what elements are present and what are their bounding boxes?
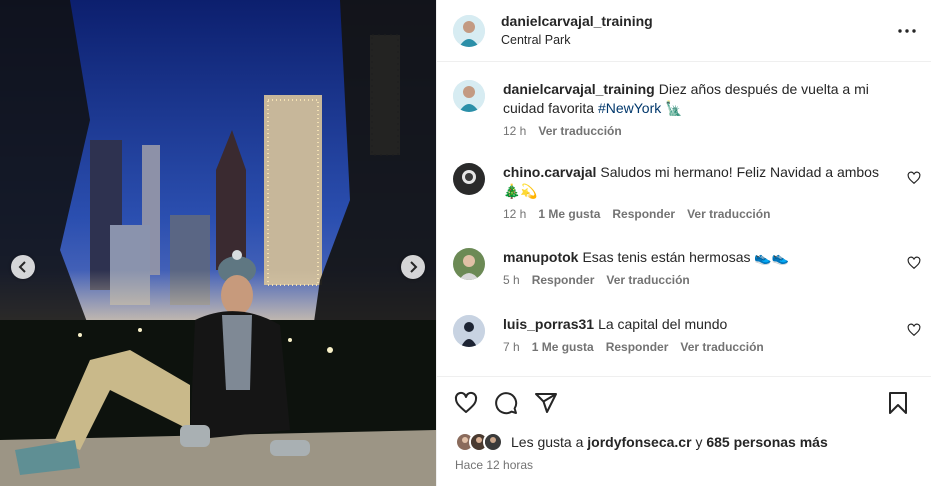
post-side-panel: danielcarvajal_training Central Park dan… xyxy=(436,0,931,486)
share-icon xyxy=(535,393,557,413)
translate-link[interactable]: Ver traducción xyxy=(606,273,689,287)
author-username[interactable]: danielcarvajal_training xyxy=(501,12,653,30)
central-park-night-photo xyxy=(0,0,436,486)
comment-item: manupotok Esas tenis están hermosas 👟👟 5 … xyxy=(453,248,921,287)
liker-avatars xyxy=(455,432,503,452)
bookmark-icon xyxy=(889,392,907,414)
post-caption: danielcarvajal_training Diez años después… xyxy=(453,80,921,138)
chevron-right-icon xyxy=(410,261,418,273)
comment-time[interactable]: 7 h xyxy=(503,340,520,354)
hashtag-link[interactable]: #NewYork xyxy=(598,100,661,116)
author-avatar[interactable] xyxy=(453,80,485,112)
comment-likes[interactable]: 1 Me gusta xyxy=(532,340,594,354)
post-timestamp[interactable]: Hace 12 horas xyxy=(455,458,533,472)
comment-likes[interactable]: 1 Me gusta xyxy=(538,207,600,221)
commenter-avatar[interactable] xyxy=(453,315,485,347)
comment-like-heart-icon[interactable] xyxy=(907,323,921,337)
post-location[interactable]: Central Park xyxy=(501,32,653,48)
comment-time[interactable]: 12 h xyxy=(503,207,526,221)
liker-username[interactable]: jordyfonseca.cr xyxy=(587,434,691,450)
likes-prefix: Les gusta a xyxy=(511,434,584,450)
more-options-button[interactable] xyxy=(897,21,917,41)
post-header: danielcarvajal_training Central Park xyxy=(437,0,931,62)
next-photo-button[interactable] xyxy=(401,255,425,279)
comment-text: Esas tenis están hermosas 👟👟 xyxy=(582,249,790,265)
likes-count[interactable]: 685 personas más xyxy=(706,434,827,450)
save-button[interactable] xyxy=(885,390,911,416)
more-options-icon xyxy=(898,29,916,33)
caption-time[interactable]: 12 h xyxy=(503,124,526,138)
translate-link[interactable]: Ver traducción xyxy=(680,340,763,354)
likes-summary[interactable]: Les gusta a jordyfonseca.cr y 685 person… xyxy=(455,432,828,452)
commenter-avatar[interactable] xyxy=(453,248,485,280)
caption-translate-link[interactable]: Ver traducción xyxy=(538,124,621,138)
translate-link[interactable]: Ver traducción xyxy=(687,207,770,221)
comment-button[interactable] xyxy=(493,390,519,416)
comment-username[interactable]: manupotok xyxy=(503,249,578,265)
reply-button[interactable]: Responder xyxy=(606,340,669,354)
avatar xyxy=(483,432,503,452)
likes-middle: y xyxy=(695,434,703,450)
comment-time[interactable]: 5 h xyxy=(503,273,520,287)
comment-item: chino.carvajal Saludos mi hermano! Feliz … xyxy=(453,163,921,221)
comment-like-heart-icon[interactable] xyxy=(907,171,921,185)
share-button[interactable] xyxy=(533,390,559,416)
caption-emoji: 🗽 xyxy=(665,100,683,116)
previous-photo-button[interactable] xyxy=(11,255,35,279)
reply-button[interactable]: Responder xyxy=(612,207,675,221)
like-button[interactable] xyxy=(453,390,479,416)
commenter-avatar[interactable] xyxy=(453,163,485,195)
comment-icon xyxy=(495,392,518,415)
comment-username[interactable]: chino.carvajal xyxy=(503,164,596,180)
post-actions xyxy=(453,390,911,416)
comment-username[interactable]: luis_porras31 xyxy=(503,316,594,332)
comment-item: luis_porras31 La capital del mundo 7 h 1 … xyxy=(453,315,921,354)
chevron-left-icon xyxy=(18,261,26,273)
comment-text: La capital del mundo xyxy=(598,316,728,332)
author-avatar[interactable] xyxy=(453,14,485,47)
heart-icon xyxy=(454,391,478,413)
comment-like-heart-icon[interactable] xyxy=(907,256,921,270)
caption-username[interactable]: danielcarvajal_training xyxy=(503,81,655,97)
comments-list[interactable]: danielcarvajal_training Diez años después… xyxy=(437,62,931,377)
post-photo[interactable] xyxy=(0,0,436,486)
reply-button[interactable]: Responder xyxy=(532,273,595,287)
